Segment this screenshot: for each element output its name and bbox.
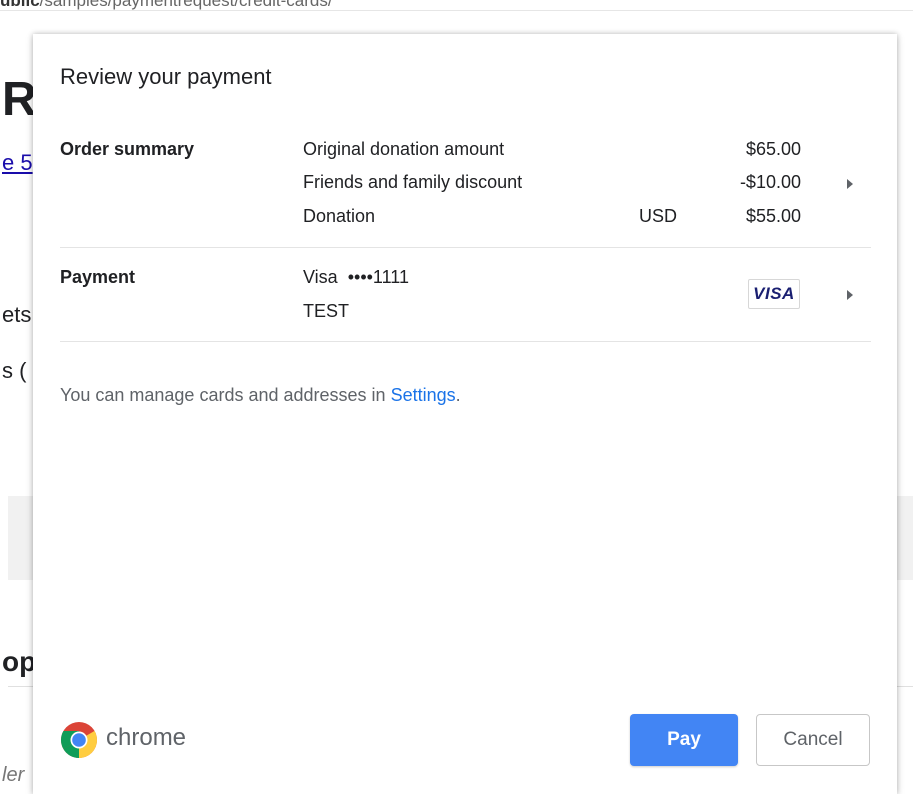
manage-cards-text: You can manage cards and addresses in Se… xyxy=(60,385,461,405)
background-footer-text: ler xyxy=(2,764,25,786)
background-url-bar: ublic/samples/paymentrequest/credit-card… xyxy=(0,0,913,11)
settings-link[interactable]: Settings xyxy=(391,385,456,405)
section-divider xyxy=(60,247,871,248)
line-item-amount: -$10.00 xyxy=(739,172,801,192)
card-summary: Visa ••••1111 xyxy=(303,267,409,288)
order-summary-label: Order summary xyxy=(60,139,195,159)
chevron-right-icon[interactable] xyxy=(847,179,853,189)
visa-logo-icon: VISA xyxy=(748,279,800,309)
card-number-mask: ••••1111 xyxy=(347,267,409,287)
section-divider xyxy=(60,341,871,342)
background-text: s ( xyxy=(2,358,27,383)
line-item-label: Donation xyxy=(303,206,376,226)
currency-code: USD xyxy=(639,206,678,226)
background-heading: op xyxy=(2,646,37,677)
background-text: ets xyxy=(2,302,32,327)
line-item-label: Original donation amount xyxy=(303,139,505,159)
chevron-right-icon[interactable] xyxy=(847,290,853,300)
background-url-text: ublic/samples/paymentrequest/credit-card… xyxy=(0,0,333,10)
sheet-title: Review your payment xyxy=(60,64,272,89)
line-item-amount: $55.00 xyxy=(745,206,801,226)
line-item-label: Friends and family discount xyxy=(303,172,523,192)
cardholder-name: TEST xyxy=(303,301,350,321)
chrome-brand-text: chrome xyxy=(106,724,187,751)
payment-request-sheet: Review your payment Order summary Origin… xyxy=(33,34,897,794)
pay-button[interactable]: Pay xyxy=(630,714,738,766)
background-link[interactable]: e 5 xyxy=(2,150,33,176)
card-brand: Visa xyxy=(303,267,338,287)
payment-label: Payment xyxy=(60,267,136,287)
chrome-logo-icon xyxy=(60,722,98,758)
background-heading: R xyxy=(2,73,37,126)
line-item-amount: $65.00 xyxy=(745,139,801,159)
cancel-button[interactable]: Cancel xyxy=(756,714,870,766)
